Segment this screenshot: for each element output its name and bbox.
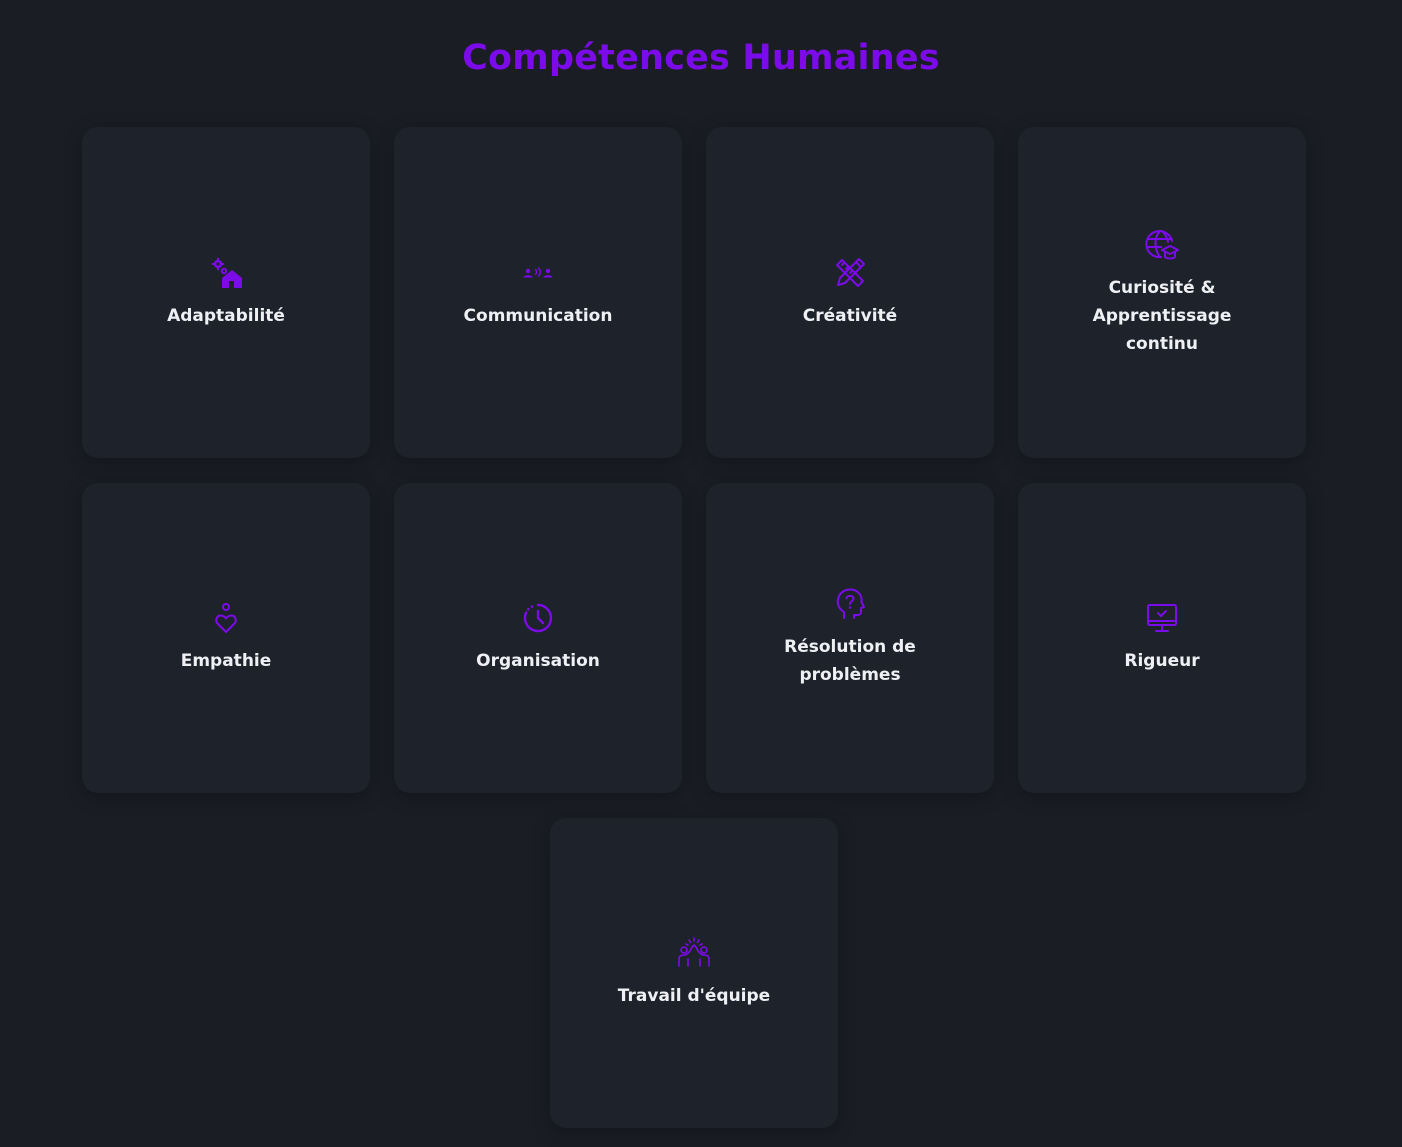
skill-card-adaptabilite: Adaptabilité — [82, 127, 370, 458]
pencil-ruler-icon — [833, 256, 867, 290]
globe-graduation-cap-icon — [1145, 228, 1179, 262]
skill-card-empathie: Empathie — [82, 483, 370, 793]
skill-label: Empathie — [180, 651, 272, 671]
person-heart-icon — [209, 601, 243, 635]
skill-card-communication: Communication — [394, 127, 682, 458]
section-title: Compétences Humaines — [462, 38, 940, 78]
head-question-icon — [833, 587, 867, 621]
people-talking-icon — [521, 256, 555, 290]
skill-label: Créativité — [802, 305, 898, 326]
skill-card-rigueur: Rigueur — [1018, 483, 1306, 793]
skill-card-organisation: Organisation — [394, 483, 682, 793]
soft-skills-section: Compétences Humaines Adaptabilité Commun… — [0, 0, 1402, 1147]
skill-label: Travail d'équipe — [617, 986, 771, 1006]
skill-label: Organisation — [476, 651, 600, 671]
skill-label: Résolution de problèmes — [784, 637, 916, 685]
skill-card-creativite: Créativité — [706, 127, 994, 458]
teamwork-high-five-icon — [677, 936, 711, 970]
skill-label: Adaptabilité — [167, 305, 285, 326]
skill-card-travail-equipe: Travail d'équipe — [550, 818, 838, 1128]
clock-icon — [521, 601, 555, 635]
monitor-check-icon — [1145, 601, 1179, 635]
skill-label: Curiosité & Apprentissage continu — [1092, 277, 1232, 354]
skill-label: Rigueur — [1124, 651, 1200, 671]
gears-house-icon — [209, 256, 243, 290]
skill-label: Communication — [463, 305, 613, 326]
skill-card-curiosite: Curiosité & Apprentissage continu — [1018, 127, 1306, 458]
skill-card-resolution-problemes: Résolution de problèmes — [706, 483, 994, 793]
